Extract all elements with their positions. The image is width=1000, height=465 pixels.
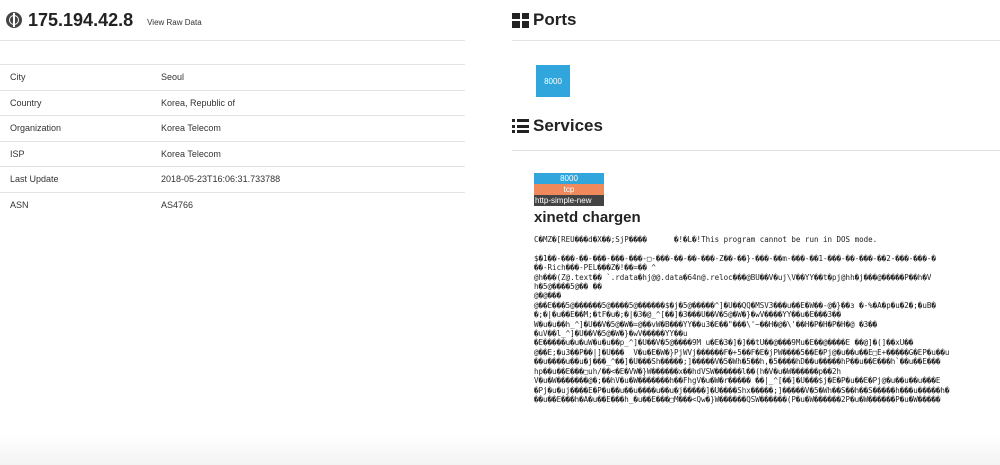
services-divider [512, 150, 1000, 151]
info-key: Organization [0, 115, 161, 141]
info-key: ASN [0, 191, 161, 217]
services-title: Services [512, 116, 603, 136]
info-row: Last Update 2018-05-23T16:06:31.733788 [0, 166, 465, 192]
service-module-tag: http-simple-new [534, 195, 604, 206]
banner-line: C�MZ�[REU���d�X��;SjP���� �!�L�!This pro… [534, 235, 878, 244]
host-info-table: City Seoul Country Korea, Republic of Organi… [0, 64, 465, 217]
service-port-tag: 8000 [534, 173, 604, 184]
banner-line: hp��u��E���□uh/��<�E�VW�}W������x��hdVSW… [534, 366, 842, 376]
service-banner: C�MZ�[REU���d�X��;SjP���� �!�L�!This pro… [534, 235, 1000, 465]
info-row: Country Korea, Republic of [0, 89, 465, 116]
info-key: City [0, 64, 161, 90]
bottom-fade [0, 435, 1000, 465]
service-protocol-tag: tcp [534, 184, 604, 195]
banner-line: �E�����u�u�uW�u�u��p_^]�U��V�5@����9M u�… [534, 338, 914, 348]
host-ip-title: 175.194.42.8 [28, 9, 134, 30]
banner-line: ��u����u��u�j���_^��]�U���Sh�����;]�����… [534, 357, 941, 367]
banner-line: V�u�W�������@�;��hV�u�W�������h��FhgV�u�… [534, 376, 941, 386]
info-value: Korea, Republic of [161, 89, 465, 116]
service-product-name: xinetd chargen [534, 209, 641, 226]
info-row: City Seoul [0, 64, 465, 90]
grid-icon [512, 12, 529, 28]
banner-line: ��-Rich���-PEL���Z�!��=�� ^ [534, 263, 656, 273]
banner-line: @��E;�u3��P��|]�U��� V�u�E�W�}PjWVj�����… [534, 347, 950, 357]
banner-line: W�u�u��h_^]�U��V�5@�W�=@��vW�B���YY��u3�… [534, 319, 878, 329]
info-row: Organization Korea Telecom [0, 115, 465, 141]
header-divider [0, 40, 465, 41]
info-key: ISP [0, 140, 161, 167]
host-summary-panel: 175.194.42.8 View Raw Data City Seoul Coun… [0, 0, 465, 217]
info-value: 2018-05-23T16:06:31.733788 [161, 166, 465, 192]
banner-line: h�5@����5@�� �� [534, 282, 602, 292]
banner-line: @h���(Z@.text�� `.rdata�hj@@.data�64n@.r… [534, 272, 932, 282]
view-raw-data-link[interactable]: View Raw Data [147, 18, 202, 27]
banner-line: ��u��E���h�A�u��E���h_�u��E���□M���<Qw�}… [534, 394, 941, 404]
banner-line: @�@��� [534, 291, 562, 301]
info-row: ASN AS4766 [0, 191, 465, 217]
info-value: AS4766 [161, 191, 465, 217]
port-badge[interactable]: 8000 [536, 65, 570, 97]
banner-line: @��E���5@������5@����5@������$�j�5@�����… [534, 300, 936, 310]
info-key: Last Update [0, 166, 161, 192]
info-row: ISP Korea Telecom [0, 140, 465, 167]
banner-line: $�1��-���-��-���-���-���-□-���-��-��-���… [534, 253, 936, 263]
list-icon [512, 119, 529, 133]
banner-line [534, 244, 1000, 253]
ports-divider [512, 40, 1000, 41]
info-key: Country [0, 89, 161, 116]
info-value: Seoul [161, 64, 465, 90]
banner-line: �Pj�u�uj����E�P�u��u��u����u��u�j�����]�… [534, 385, 950, 395]
info-value: Korea Telecom [161, 115, 465, 141]
service-tags: 8000 tcp http-simple-new [534, 173, 604, 206]
ports-title: Ports [512, 10, 576, 30]
banner-line: �uV��l_^]�U��V�5@�W�}�wV�����YY��u [534, 329, 688, 339]
globe-icon [6, 12, 22, 28]
ports-header: Ports [512, 0, 1000, 40]
services-title-text: Services [533, 116, 603, 135]
info-value: Korea Telecom [161, 140, 465, 167]
banner-line: �;�|�u��E��M;�tF�u�;�|�3�@_^[��]�3���U��… [534, 310, 842, 320]
ports-title-text: Ports [533, 10, 577, 29]
ports-services-panel: Ports 8000 Services 8000 tcp http-simple… [512, 0, 1000, 404]
host-header: 175.194.42.8 View Raw Data [0, 0, 465, 40]
services-header: Services [512, 116, 603, 136]
